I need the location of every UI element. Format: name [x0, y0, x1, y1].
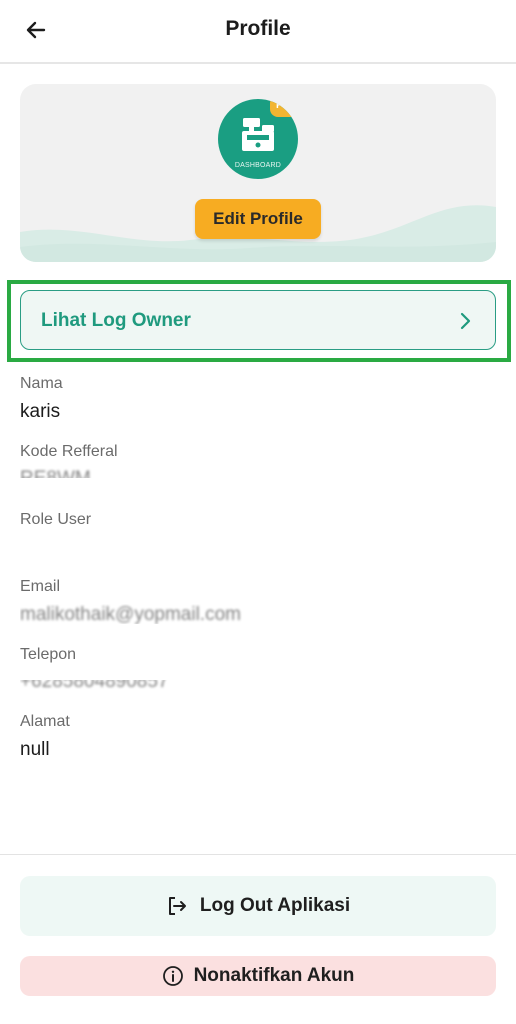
info-circle-icon — [162, 966, 183, 986]
address-value: null — [20, 739, 50, 760]
edit-profile-button[interactable]: Edit Profile — [195, 199, 321, 239]
email-value: malikothaik@yopmail.com — [20, 604, 241, 624]
app-header: Profile — [0, 0, 516, 64]
deactivate-account-label: Nonaktifkan Akun — [193, 965, 355, 986]
email-masked: malikothaik@yopmail.com — [20, 604, 290, 624]
avatar-label: DASHBOARD — [234, 162, 282, 169]
pro-badge: PR — [270, 99, 298, 117]
deactivate-account-button[interactable]: Nonaktifkan Akun — [20, 956, 496, 996]
email-label: Email — [20, 578, 61, 595]
avatar[interactable]: PR DASHBOARD — [218, 99, 298, 179]
referral-code-masked: RE8WM — [20, 468, 140, 478]
phone-value: +6285804890857 — [20, 680, 169, 692]
bottom-divider — [0, 854, 516, 855]
view-owner-log-label: Lihat Log Owner — [41, 310, 191, 331]
phone-masked: +6285804890857 — [20, 680, 190, 692]
referral-code-value: RE8WM — [20, 468, 140, 478]
referral-code-label: Kode Refferal — [20, 443, 118, 460]
logout-icon — [168, 897, 186, 915]
phone-label: Telepon — [20, 646, 77, 663]
name-label: Nama — [20, 375, 63, 392]
logout-label: Log Out Aplikasi — [199, 895, 351, 916]
logout-button[interactable]: Log Out Aplikasi — [20, 876, 496, 936]
chevron-right-icon — [460, 312, 471, 330]
page-title: Profile — [225, 17, 291, 40]
profile-card: PR DASHBOARD Edit Profile — [20, 84, 496, 262]
address-label: Alamat — [20, 713, 70, 730]
view-owner-log-button[interactable]: Lihat Log Owner — [20, 290, 496, 350]
name-value: karis — [20, 401, 61, 422]
role-user-label: Role User — [20, 511, 92, 528]
